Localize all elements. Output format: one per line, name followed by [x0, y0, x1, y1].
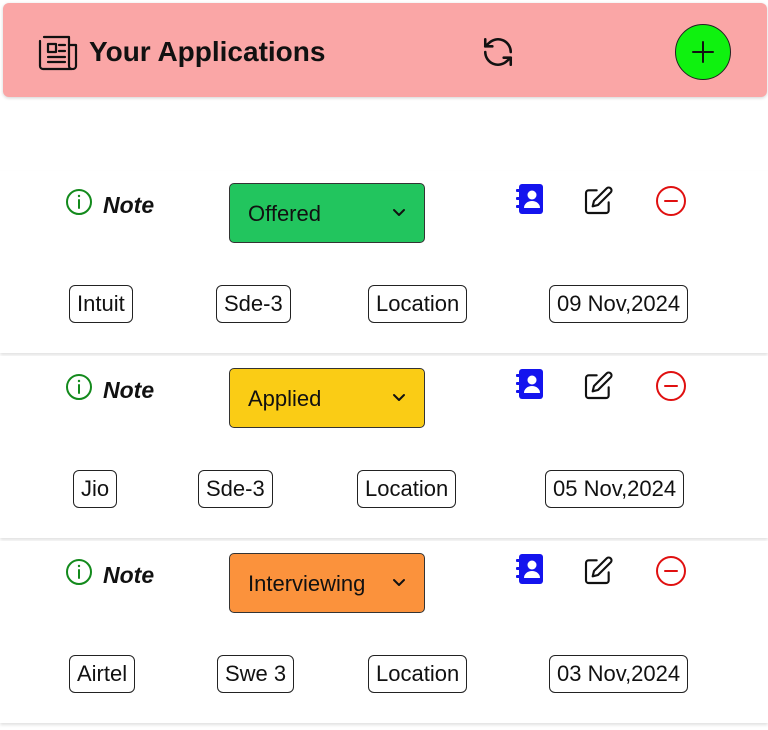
- note-label: Note: [103, 191, 155, 218]
- role-tag: Sde-3: [198, 470, 273, 508]
- application-card: Note Interviewing Airtel Swe 3 Location 03 No…: [0, 541, 768, 723]
- page-title: Your Applications: [89, 36, 326, 67]
- note-button[interactable]: Note: [65, 373, 155, 407]
- location-tag: Location: [368, 285, 468, 323]
- plus-icon: [692, 41, 714, 63]
- edit-icon[interactable]: [582, 185, 614, 222]
- application-card: Note Offered Intuit Sde-3 Location 09 Nov,202…: [0, 171, 768, 353]
- contact-book-icon[interactable]: [516, 553, 544, 590]
- chevron-down-icon: [393, 579, 405, 586]
- status-value: Offered: [248, 201, 321, 226]
- company-tag: Intuit: [69, 285, 133, 323]
- remove-icon[interactable]: [655, 555, 687, 592]
- edit-icon[interactable]: [582, 555, 614, 592]
- status-select[interactable]: Applied: [229, 368, 425, 428]
- contact-book-icon[interactable]: [516, 183, 544, 220]
- location-tag: Location: [368, 655, 468, 693]
- date-tag: 05 Nov,2024: [545, 470, 685, 508]
- role-tag: Sde-3: [216, 285, 291, 323]
- status-value: Applied: [248, 386, 322, 411]
- remove-icon[interactable]: [655, 185, 687, 222]
- contact-book-icon[interactable]: [516, 368, 544, 405]
- info-icon: [65, 373, 93, 407]
- chevron-down-icon: [393, 209, 405, 216]
- info-icon: [65, 558, 93, 592]
- role-tag: Swe 3: [217, 655, 295, 693]
- status-select[interactable]: Interviewing: [229, 553, 425, 613]
- note-label: Note: [103, 376, 155, 403]
- info-icon: [65, 188, 93, 222]
- note-button[interactable]: Note: [65, 558, 155, 592]
- application-card: Note Applied Jio Sde-3 Location 05 Nov,2024: [0, 356, 768, 538]
- company-tag: Airtel: [69, 655, 136, 693]
- newspaper-icon: [38, 35, 78, 71]
- date-tag: 09 Nov,2024: [549, 285, 689, 323]
- status-select[interactable]: Offered: [229, 183, 425, 243]
- edit-icon[interactable]: [582, 370, 614, 407]
- date-tag: 03 Nov,2024: [549, 655, 689, 693]
- note-button[interactable]: Note: [65, 188, 155, 222]
- refresh-icon[interactable]: [481, 35, 515, 69]
- status-value: Interviewing: [248, 571, 366, 596]
- remove-icon[interactable]: [655, 370, 687, 407]
- company-tag: Jio: [73, 470, 118, 508]
- note-label: Note: [103, 561, 155, 588]
- add-application-button[interactable]: [675, 24, 731, 80]
- location-tag: Location: [357, 470, 457, 508]
- chevron-down-icon: [393, 394, 405, 401]
- app-header: Your Applications: [3, 3, 767, 97]
